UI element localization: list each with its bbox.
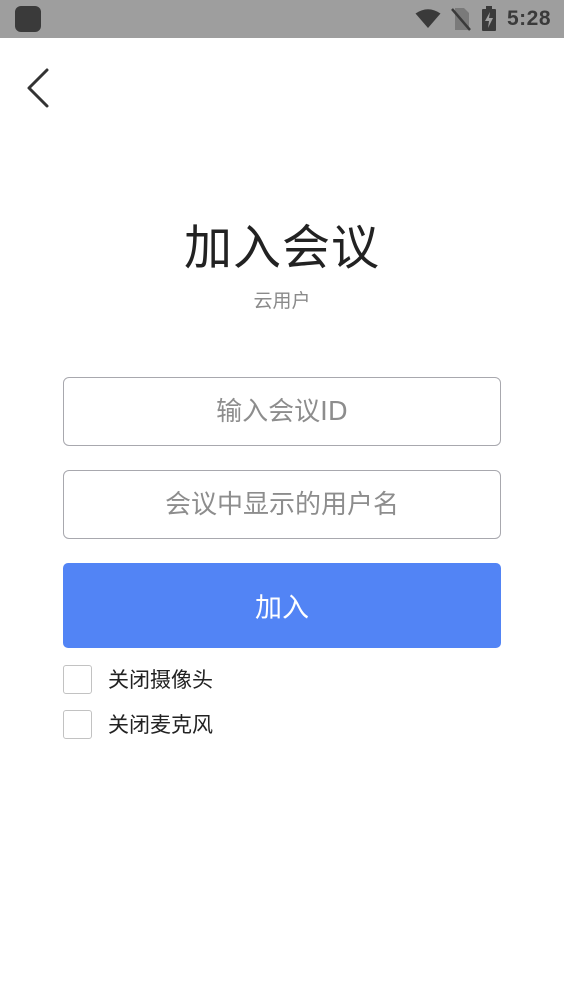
disable-camera-checkbox[interactable]: [63, 664, 92, 694]
disable-mic-option[interactable]: 关闭麦克风: [63, 709, 213, 739]
chevron-left-icon: [27, 68, 49, 108]
status-bar: 5:28: [0, 0, 564, 38]
wifi-icon: [415, 9, 441, 28]
battery-charging-icon: [481, 6, 496, 31]
join-button[interactable]: 加入: [63, 563, 501, 648]
no-sim-icon: [451, 8, 471, 31]
disable-camera-option[interactable]: 关闭摄像头: [63, 664, 213, 694]
disable-mic-checkbox[interactable]: [63, 709, 92, 739]
page-title: 加入会议: [183, 220, 380, 276]
display-name-input[interactable]: [63, 470, 501, 539]
disable-mic-label: 关闭麦克风: [108, 713, 213, 737]
app-icon: [15, 6, 41, 32]
page-subtitle: 云用户: [253, 290, 311, 312]
disable-camera-label: 关闭摄像头: [108, 668, 213, 692]
meeting-id-input[interactable]: [63, 377, 501, 446]
back-button[interactable]: [14, 60, 62, 116]
status-time: 5:28: [506, 7, 551, 30]
status-icons: 5:28: [415, 0, 551, 38]
